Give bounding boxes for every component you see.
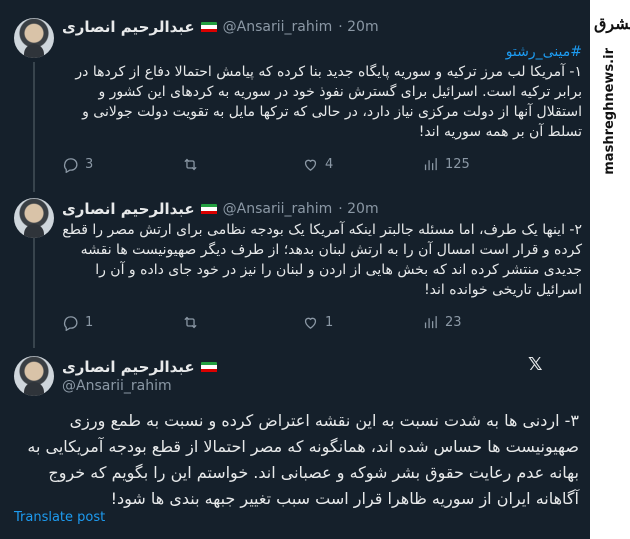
author-handle[interactable]: @Ansarii_rahim	[223, 201, 333, 217]
iran-flag-icon	[200, 361, 217, 373]
views-icon	[424, 158, 437, 171]
view-count: 23	[445, 315, 462, 330]
tweet-text: ۳- اردنی ها به شدت نسبت به این نقشه اعتر…	[27, 411, 579, 508]
like-button[interactable]: 4	[302, 156, 362, 173]
reply-count: 3	[85, 157, 94, 172]
watermark-bar: مشرق mashreghnews.ir	[590, 0, 630, 539]
mashregh-logo: مشرق	[594, 14, 630, 33]
heart-icon	[304, 317, 317, 329]
hashtag-link[interactable]: #مینی_رشتو	[62, 42, 582, 62]
retweet-icon	[184, 316, 197, 329]
views-button[interactable]: 23	[422, 314, 482, 331]
like-count: 1	[325, 315, 334, 330]
retweet-button[interactable]	[182, 314, 242, 331]
heart-icon	[304, 159, 317, 171]
translate-post-link[interactable]: Translate post	[14, 510, 105, 525]
views-icon	[424, 316, 437, 329]
like-count: 4	[325, 157, 334, 172]
retweet-button[interactable]	[182, 156, 242, 173]
retweet-icon	[184, 158, 197, 171]
author-name[interactable]: عبدالرحیم انصاری	[62, 18, 195, 36]
views-button[interactable]: 125	[422, 156, 482, 173]
watermark-site: mashreghnews.ir	[602, 48, 617, 175]
view-count: 125	[445, 157, 470, 172]
reply-button[interactable]: 1	[62, 314, 122, 331]
iran-flag-icon	[200, 203, 217, 215]
tweet-text: ۱- آمریکا لب مرز ترکیه و سوریه پایگاه جد…	[75, 64, 582, 140]
reply-button[interactable]: 3	[62, 156, 122, 173]
iran-flag-icon	[200, 21, 217, 33]
avatar[interactable]	[14, 18, 54, 58]
like-button[interactable]: 1	[302, 314, 362, 331]
author-name[interactable]: عبدالرحیم انصاری	[62, 358, 195, 376]
tweet-body: #مینی_رشتو ۱- آمریکا لب مرز ترکیه و سوری…	[62, 42, 582, 142]
avatar[interactable]	[14, 198, 54, 238]
tweet-1[interactable]: عبدالرحیم انصاری @Ansarii_rahim · 20m #م…	[0, 0, 590, 190]
tweet-text: ۲- اینها یک طرف، اما مسئله جالبتر اینکه …	[62, 222, 582, 298]
reply-icon	[63, 158, 78, 173]
author-handle[interactable]: @Ansarii_rahim	[223, 19, 333, 35]
avatar[interactable]	[14, 356, 54, 396]
x-logo-icon[interactable]: 𝕏	[528, 356, 546, 374]
author-name[interactable]: عبدالرحیم انصاری	[62, 200, 195, 218]
reply-count: 1	[85, 315, 94, 330]
author-handle[interactable]: @Ansarii_rahim	[62, 378, 172, 394]
reply-icon	[63, 316, 78, 331]
timestamp[interactable]: · 20m	[338, 201, 378, 217]
tweet-2[interactable]: عبدالرحیم انصاری @Ansarii_rahim · 20m ۲-…	[0, 190, 590, 348]
timestamp[interactable]: · 20m	[338, 19, 378, 35]
